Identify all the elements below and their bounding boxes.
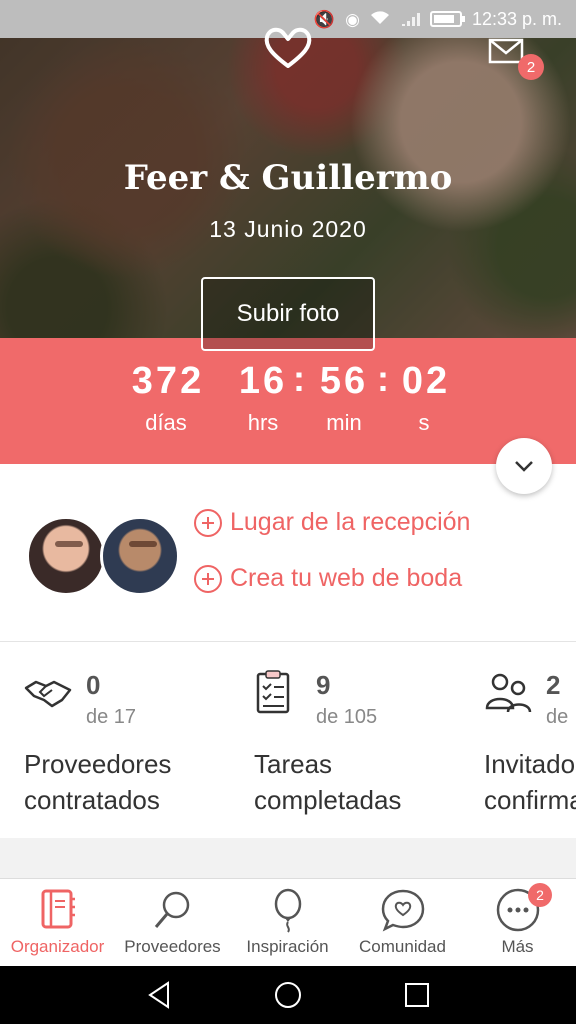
countdown-days: 372 [131,360,205,402]
wifi-icon [370,10,390,29]
reception-venue-label: Lugar de la recepción [230,508,471,536]
countdown-hours: 16 [238,360,288,402]
nav-comunidad[interactable]: Comunidad [345,879,460,967]
handshake-icon [24,680,72,708]
avatar-partner-2[interactable] [100,516,180,596]
countdown-seconds-label: s [418,410,430,435]
nav-organizador[interactable]: Organizador [0,879,115,967]
plus-circle-icon [194,564,222,593]
signal-icon [400,10,420,29]
stat-title-line2: confirmados [484,785,576,815]
guests-icon [485,673,532,713]
chevron-down-icon [515,461,533,472]
status-time: 12:33 p. m. [471,8,562,29]
search-icon [154,891,190,928]
stat-title: Invitados confirmados [484,746,576,818]
stat-total: de [546,706,569,728]
stat-tasks[interactable]: 9 de 105 Tareas completadas [254,642,494,838]
stat-title-line1: Invitados [484,749,576,779]
wedding-website-link[interactable]: Crea tu web de boda [194,564,462,593]
countdown-separator: : [377,358,389,399]
countdown-minutes: 56 [319,360,369,402]
system-nav-bar [0,966,576,1024]
nav-proveedores[interactable]: Proveedores [115,879,230,967]
countdown-hours-label: hrs [247,410,279,435]
balloon-icon [274,888,302,933]
mail-badge: 2 [518,54,544,80]
plus-circle-icon [194,508,222,537]
stat-title-line1: Proveedores [24,749,172,779]
section-divider [0,838,576,878]
nav-inspiracion[interactable]: Inspiración [230,879,345,967]
nav-mas[interactable]: 2 Más [460,879,575,967]
heart-logo-icon [264,27,312,68]
home-icon[interactable] [273,980,303,1010]
wedding-website-label: Crea tu web de boda [230,564,463,592]
stat-title-line2: completadas [254,785,402,815]
collapse-button[interactable] [496,438,552,494]
battery-icon [429,11,465,27]
nav-label: Más [501,937,534,956]
countdown-days-label: días [145,410,187,435]
checklist-icon [256,670,290,714]
countdown-minutes-label: min [326,410,362,435]
countdown-seconds: 02 [401,360,451,402]
back-icon[interactable] [144,980,174,1010]
stat-title-line1: Tareas [254,749,333,779]
reception-venue-link[interactable]: Lugar de la recepción [194,508,470,537]
countdown: 372 días 16 hrs : 56 min : 02 s [0,338,576,464]
nav-label: Organizador [10,937,105,956]
stat-count: 9 [316,670,331,700]
more-badge: 2 [528,883,552,907]
stat-count: 2 [546,670,561,700]
nav-label: Comunidad [359,937,446,956]
nav-label: Inspiración [246,937,329,956]
stats-row: 0 de 17 Proveedores contratados 9 de 105… [0,642,576,838]
stat-vendors[interactable]: 0 de 17 Proveedores contratados [24,642,264,838]
eye-icon: ◉ [345,9,360,29]
stat-total: de 17 [86,706,137,728]
wedding-date: 13 Junio 2020 [209,216,367,242]
couple-section: Lugar de la recepción Crea tu web de bod… [0,464,576,642]
stat-total: de 105 [316,706,378,728]
chat-heart-icon [381,889,425,932]
avatar-partner-1[interactable] [26,516,106,596]
stat-guests[interactable]: 2 de Invitados confirmados [484,642,576,838]
stat-title: Proveedores contratados [24,746,171,818]
stat-title-line2: contratados [24,785,160,815]
notebook-icon [41,889,75,929]
bottom-nav: Organizador Proveedores Inspiración Comu… [0,878,576,966]
mute-icon: 🔇 [313,9,336,29]
countdown-separator: : [293,358,305,399]
couple-name: Feer & Guillermo [123,158,453,198]
recents-icon[interactable] [402,980,432,1010]
upload-photo-button[interactable]: Subir foto [201,277,375,351]
stat-title: Tareas completadas [254,746,401,818]
stat-count: 0 [86,670,101,700]
nav-label: Proveedores [124,937,221,956]
